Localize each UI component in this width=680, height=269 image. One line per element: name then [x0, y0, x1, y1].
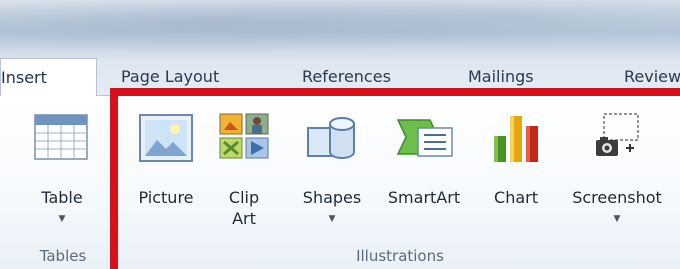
tab-insert-label: Insert — [1, 68, 47, 87]
tab-review-label: Review — [624, 67, 680, 86]
table-dropdown-arrow: ▼ — [58, 214, 66, 224]
tab-insert[interactable]: Insert — [0, 58, 97, 97]
tab-page-layout-label: Page Layout — [121, 67, 220, 86]
highlight-frame — [110, 88, 680, 269]
table-button-label: Table — [41, 188, 83, 207]
table-icon — [34, 114, 88, 160]
table-button[interactable]: Table ▼ — [22, 108, 102, 238]
title-bar — [0, 0, 680, 58]
tab-mailings-label: Mailings — [468, 67, 534, 86]
group-label-tables: Tables — [39, 247, 87, 265]
tab-references-label: References — [302, 67, 391, 86]
